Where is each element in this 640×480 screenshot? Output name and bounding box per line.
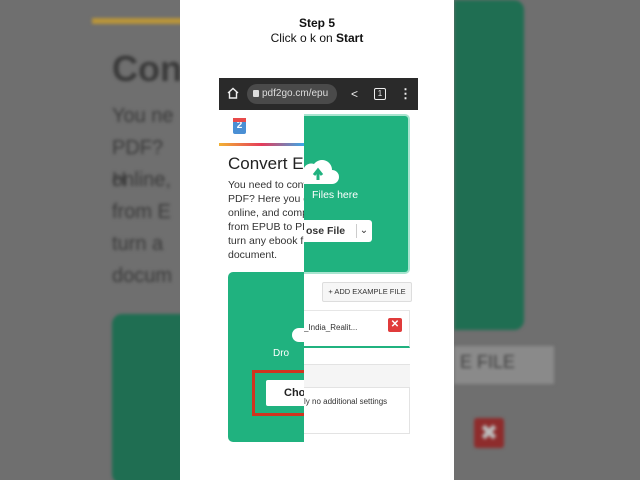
page-description: You need to conv PDF? Here you ca online… [228, 178, 304, 262]
drop-label: Dro [273, 348, 290, 359]
background-green-panel [112, 314, 180, 480]
background-line: docum [112, 265, 173, 287]
home-icon[interactable] [227, 87, 239, 99]
background-stripe [92, 18, 180, 24]
step-instruction-bold: Start [336, 31, 364, 45]
converter-widget: Files here ose File ⌄ + ADD EXAMPLE FILE… [304, 110, 418, 480]
background-close-icon: ✖ [474, 418, 504, 448]
cloud-upload-icon [304, 160, 339, 184]
delete-file-icon[interactable]: ✕ [388, 318, 402, 332]
browser-toolbar: pdf2go.cm/epu < 1 ⋮ [219, 78, 418, 110]
uploaded-file-row: _India_Realit... ✕ [304, 310, 410, 348]
settings-header [304, 365, 410, 388]
description-line: You need to conv [228, 179, 304, 191]
choose-file-button[interactable]: Cho [266, 380, 304, 406]
description-line: PDF? Here you ca [228, 193, 304, 205]
background-green-panel [454, 0, 524, 330]
file-name: _India_Realit... [304, 323, 358, 332]
url-text: pdf2go.c [262, 88, 301, 99]
tab-count-icon[interactable]: 1 [374, 88, 386, 100]
step-instruction: Click o k on Start [180, 31, 454, 45]
cloud-icon [292, 328, 304, 342]
description-line: document. [228, 249, 278, 261]
background-line: turn a [112, 233, 164, 255]
background-line: You ne [112, 105, 174, 127]
background-line: online, [112, 169, 171, 191]
settings-panel: ly no additional settings [304, 364, 410, 434]
background-title: Con [112, 48, 180, 89]
page-heading: Convert E [228, 154, 304, 173]
phone-screenshot: pdf2go.cm/epu < 1 ⋮ 2 Convert E You need… [219, 78, 418, 480]
logo-accent [233, 118, 246, 122]
description-line: from EPUB to PD [228, 221, 304, 233]
url-text-tail: m/epu [300, 88, 329, 99]
background-line: from E [112, 201, 171, 223]
website-page: 2 Convert E You need to conv PDF? Here y… [219, 110, 304, 480]
settings-note: ly no additional settings [304, 397, 388, 406]
step-instruction-text: Click o k on [270, 31, 336, 45]
share-icon[interactable]: < [351, 87, 358, 101]
menu-icon[interactable]: ⋮ [399, 86, 412, 102]
background-left: Con You ne PDF? H online, from E turn a … [0, 0, 180, 480]
tutorial-panel: Step 5 Click o k on Start pdf2go.cm/epu … [180, 0, 454, 480]
chevron-down-icon[interactable]: ⌄ [356, 224, 371, 238]
step-title: Step 5 [298, 16, 335, 30]
upload-dropzone[interactable] [228, 272, 304, 442]
background-label: E FILE [460, 352, 516, 372]
add-example-file-button[interactable]: + ADD EXAMPLE FILE [322, 282, 412, 302]
background-example-button: E FILE [454, 346, 554, 384]
drop-files-label: Files here [312, 189, 359, 201]
address-bar[interactable]: pdf2go.cm/epu [247, 84, 337, 104]
lock-icon [253, 90, 259, 97]
description-line: turn any ebook f [228, 235, 304, 247]
description-line: online, and comp [228, 207, 304, 219]
color-stripe [219, 143, 304, 146]
background-right: E FILE ✖ [454, 0, 640, 480]
